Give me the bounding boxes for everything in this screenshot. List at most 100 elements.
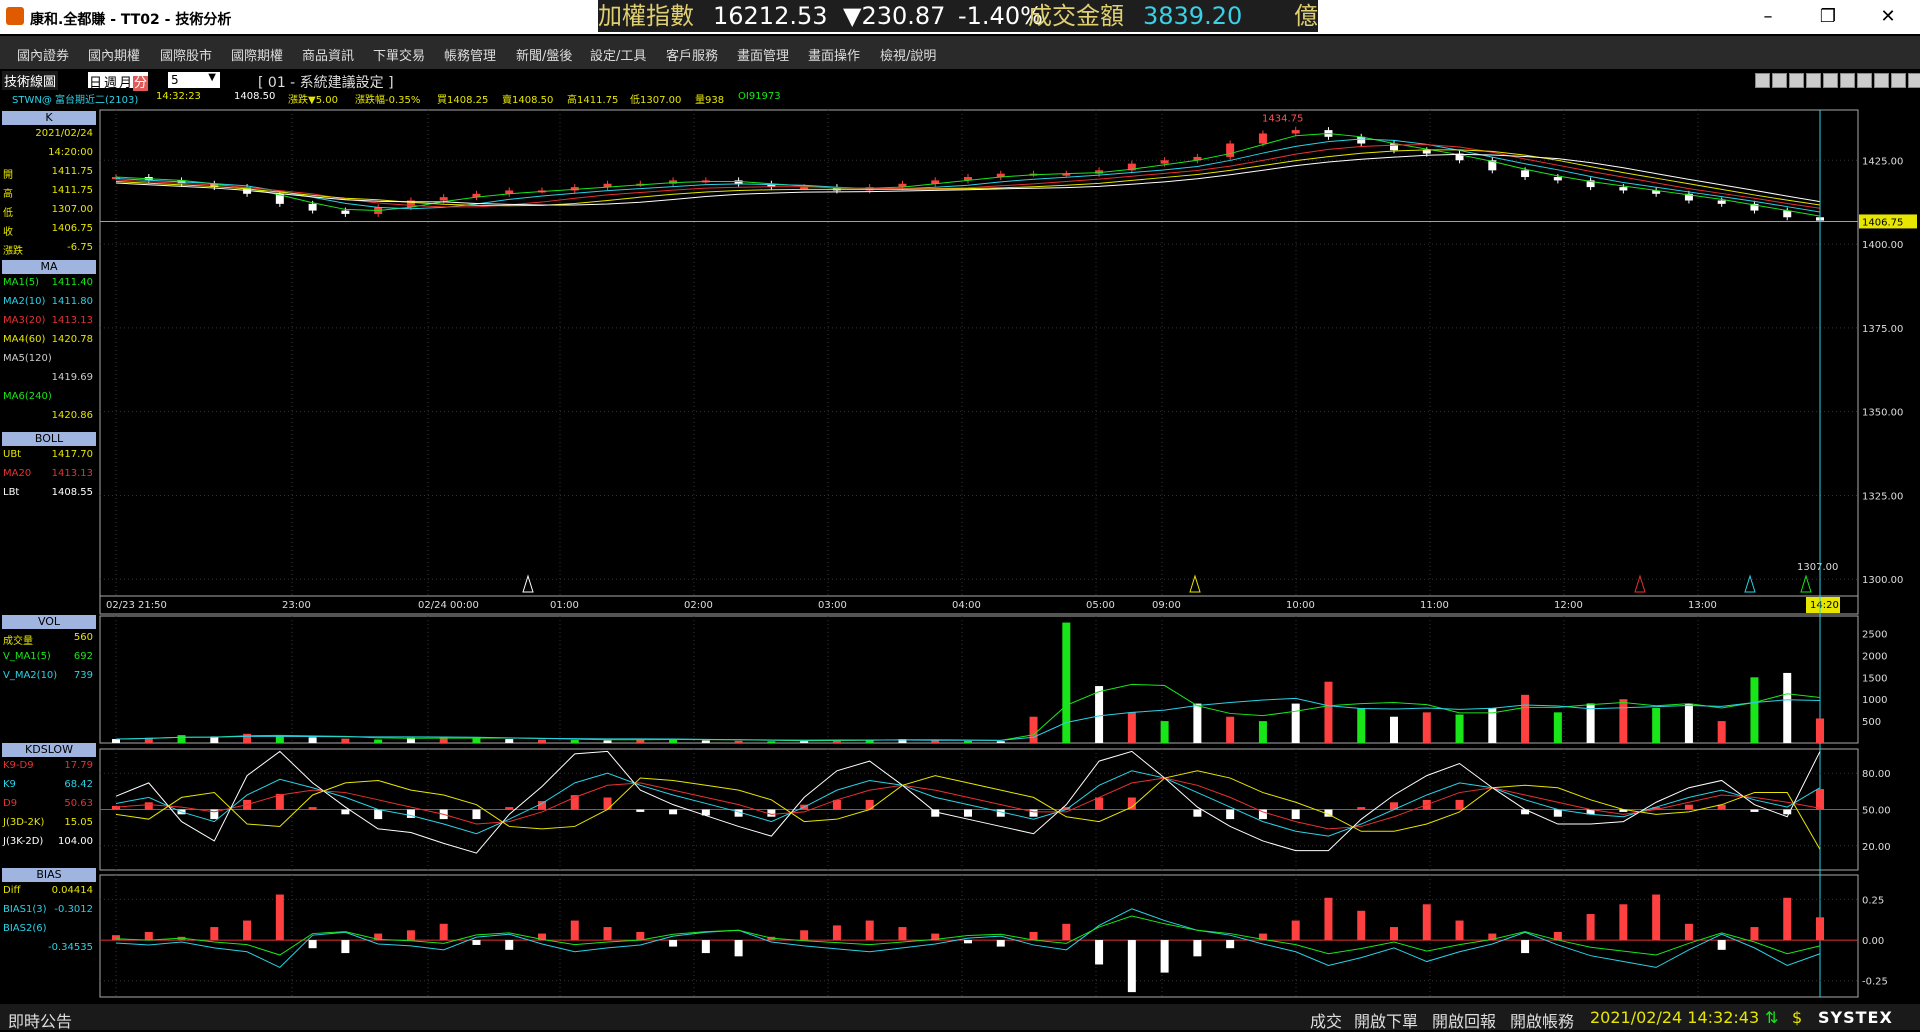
candle-body [439,197,448,201]
volume-bar [275,735,284,743]
status-item-trade[interactable]: 成交 [1310,1008,1342,1032]
bias-bar [1193,940,1202,957]
chevron-down-icon: ▼ [208,72,216,83]
volume-bar [1390,716,1398,743]
brand-logo: SYSTEX [1818,1008,1893,1027]
menu-item[interactable]: 畫面操作 [808,45,860,64]
volume-bar [734,740,743,743]
turnover-unit: 億 [1294,2,1318,30]
bias-bar [1750,927,1759,941]
print-icon[interactable] [1874,73,1889,88]
menu-item[interactable]: 下單交易 [373,45,425,64]
status-item-report[interactable]: 開啟回報 [1432,1008,1496,1032]
volume-bar [538,739,546,743]
status-datetime: 2021/02/24 14:32:43 [1590,1008,1760,1027]
time-axis-label: 02:00 [684,600,713,611]
chart-area[interactable]: 02/23 21:50 23:00 02/24 00:00 01:00 02:00 03:… [0,108,1920,1004]
y-tick-label: 1425.00 [1862,156,1903,167]
period-option[interactable]: 分 [133,76,149,91]
interval-select[interactable]: 5 ▼ [168,72,220,88]
bias-bar [1357,910,1366,941]
bias-bar [1619,904,1628,941]
minus-icon[interactable] [1772,73,1787,88]
time-axis-label: 12:00 [1554,600,1583,611]
bias-bar [996,940,1005,947]
signal-marker-icon [1189,574,1201,593]
menu-item[interactable]: 新聞/盤後 [516,45,572,64]
kd-diff-bar [1684,804,1693,810]
status-item-order[interactable]: 開啟下單 [1354,1008,1418,1032]
menu-item[interactable]: 國內期權 [88,45,140,64]
period-option[interactable]: 月 [118,76,133,91]
status-bar: 即時公告 成交 開啟下單 開啟回報 開啟帳務 2021/02/24 14:32:… [0,1004,1920,1032]
quote-volume: 量938 [695,95,725,106]
quote-ask: 賣1408.50 [502,95,554,106]
kd-diff-bar [603,797,612,810]
volume-bar [1160,721,1169,743]
dollar-icon: $ [1792,1008,1803,1027]
plus-icon[interactable] [1789,73,1804,88]
time-axis-label: 01:00 [550,600,579,611]
bias-bar [144,931,153,941]
menu-item[interactable]: 帳務管理 [444,45,496,64]
zoom-out-icon[interactable] [1823,73,1838,88]
bias-bar [1455,920,1464,941]
zoom-in-icon[interactable] [1806,73,1821,88]
menu-item[interactable]: 國內證券 [17,45,69,64]
candle-body [1160,160,1169,164]
maximize-icon[interactable]: ❐ [1808,4,1848,30]
period-option[interactable]: 週 [103,76,118,91]
notice-label[interactable]: 即時公告 [8,1008,72,1032]
bias-bar [964,940,972,944]
bias-bar [898,927,907,941]
bias-bar [1783,897,1792,941]
candle-body [308,203,317,211]
status-item-account[interactable]: 開啟帳務 [1510,1008,1574,1032]
volume-bar [341,738,350,743]
bias-bar [210,927,219,941]
quote-change: 漲跌▼5.00 [288,95,338,106]
title-bar: 康和.全都賺 - TT02 - 技術分析 加權指數 16212.53 ▼230.… [0,0,1920,34]
close-icon[interactable]: ✕ [1868,4,1908,30]
move-icon[interactable] [1755,73,1770,88]
volume-bar [1193,703,1202,743]
menu-item[interactable]: 畫面管理 [737,45,789,64]
volume-bar [1127,712,1136,743]
grid-icon[interactable] [1908,73,1920,88]
y-tick-label: 0.25 [1862,895,1884,906]
candle-body [1521,170,1530,178]
kd-diff-bar [505,807,514,810]
menu-item[interactable]: 國際股市 [160,45,212,64]
bias-bar [1226,940,1235,949]
bias-bar [341,940,350,954]
volume-bar [1521,694,1530,743]
interval-value: 5 [171,73,179,87]
menu-item[interactable]: 國際期權 [231,45,283,64]
bias-bar [406,930,415,941]
kd-diff-bar [636,809,645,812]
volume-bar [374,739,383,743]
menu-item[interactable]: 商品資訊 [302,45,354,64]
candle-body [1783,210,1792,218]
bias-bar [1422,904,1431,941]
y-tick-label: 1400.00 [1862,240,1903,251]
y-tick-label: 80.00 [1862,769,1891,780]
period-option[interactable]: 日 [88,76,103,91]
zoom-fit-icon[interactable] [1840,73,1855,88]
window-icon[interactable] [1857,73,1872,88]
menu-item[interactable]: 客戶服務 [666,45,718,64]
bias-bar [701,940,710,954]
symbol-name: STWN@ 富台期近二(2103) [12,95,139,106]
period-selector[interactable]: 日週月分 [88,72,149,91]
volume-bar [1684,703,1693,743]
volume-bar [1816,718,1824,743]
bias-bar [1521,940,1530,954]
time-axis-label: 09:00 [1152,600,1181,611]
time-axis-label: 02/23 21:50 [106,600,167,611]
menu-item[interactable]: 檢視/說明 [880,45,936,64]
time-axis-label: 13:00 [1688,600,1717,611]
export-icon[interactable] [1891,73,1906,88]
minimize-icon[interactable]: – [1748,4,1788,30]
menu-item[interactable]: 設定/工具 [590,45,646,64]
y-tick-label: 1300.00 [1862,575,1903,586]
